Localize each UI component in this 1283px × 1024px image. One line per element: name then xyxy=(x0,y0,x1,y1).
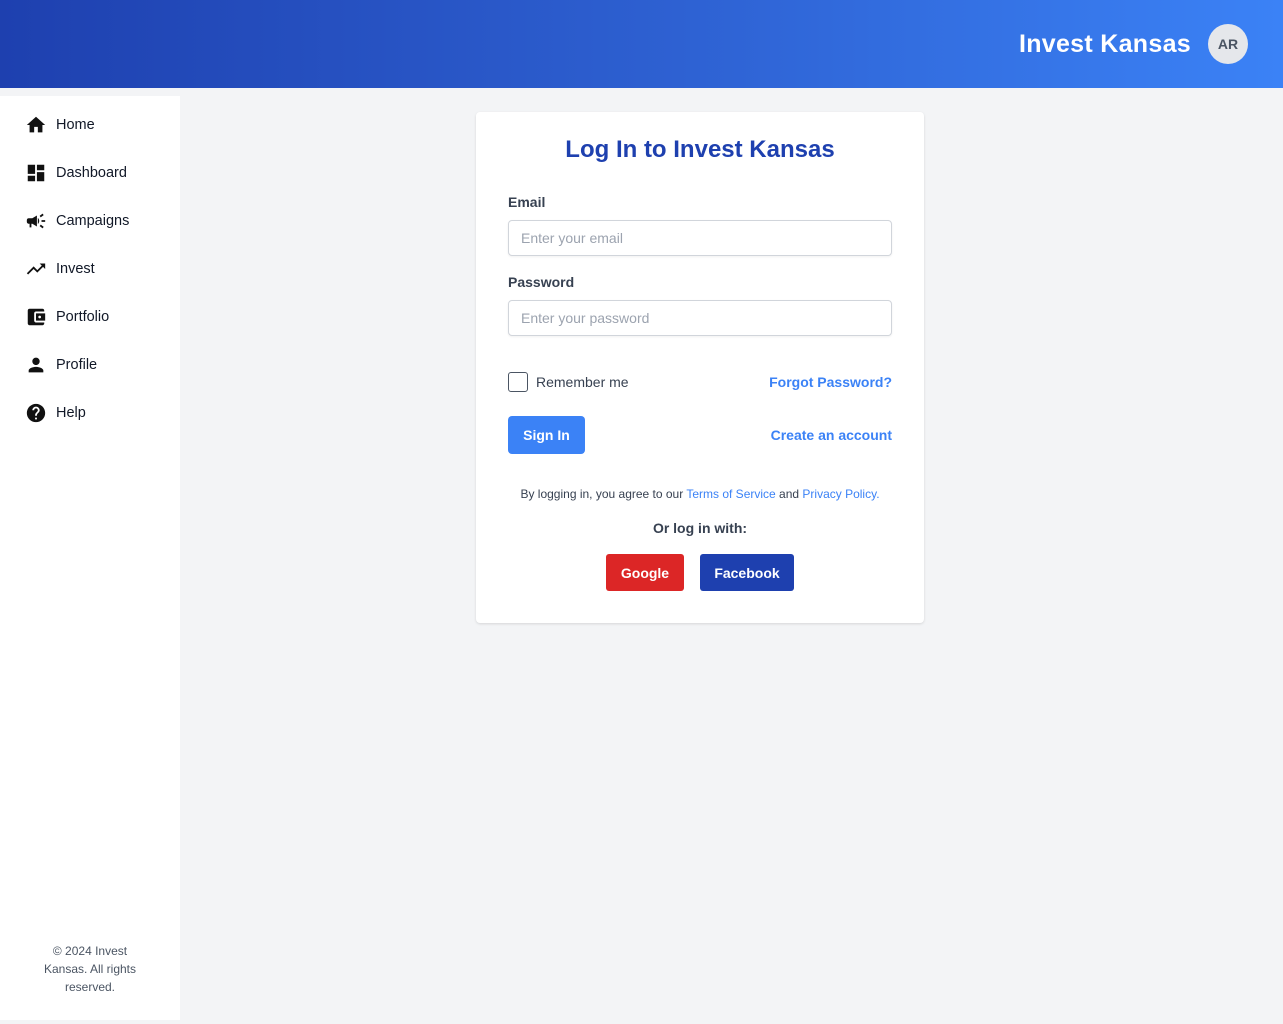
brand-title: Invest Kansas xyxy=(1018,29,1191,58)
sidebar-item-help[interactable]: Help xyxy=(0,393,180,433)
wallet-icon xyxy=(25,306,47,328)
sidebar-item-label: Profile xyxy=(56,357,98,373)
password-input[interactable] xyxy=(508,300,892,336)
sidebar-item-home[interactable]: Home xyxy=(0,105,180,145)
dashboard-icon xyxy=(25,162,47,184)
sidebar-item-invest[interactable]: Invest xyxy=(0,249,180,289)
sidebar-item-label: Portfolio xyxy=(56,309,110,325)
sidebar-item-campaigns[interactable]: Campaigns xyxy=(0,201,180,241)
sign-in-button[interactable]: Sign In xyxy=(508,416,585,454)
terms-notice: By logging in, you agree to our Terms of… xyxy=(476,487,924,501)
forgot-password-link[interactable]: Forgot Password? xyxy=(769,374,892,390)
privacy-policy-link[interactable]: Privacy Policy xyxy=(802,487,876,501)
help-icon xyxy=(25,402,47,424)
sidebar: Home Dashboard Campaigns Invest Portfoli… xyxy=(0,96,180,1020)
sidebar-item-label: Dashboard xyxy=(56,165,127,181)
social-login-heading: Or log in with: xyxy=(652,520,748,536)
google-login-button[interactable]: Google xyxy=(606,554,684,591)
sidebar-item-portfolio[interactable]: Portfolio xyxy=(0,297,180,337)
user-avatar[interactable]: AR xyxy=(1208,24,1248,64)
email-input[interactable] xyxy=(508,220,892,256)
sidebar-footer-copyright: © 2024 Invest Kansas. All rights reserve… xyxy=(43,944,137,994)
create-account-link[interactable]: Create an account xyxy=(771,427,892,443)
home-icon xyxy=(25,114,47,136)
sidebar-item-label: Invest xyxy=(56,261,95,277)
email-label: Email xyxy=(508,194,546,210)
remember-me-checkbox[interactable] xyxy=(508,372,528,392)
app-header: Invest Kansas AR xyxy=(0,0,1283,88)
login-title: Log In to Invest Kansas xyxy=(565,136,835,163)
terms-and: and xyxy=(775,487,803,501)
password-label: Password xyxy=(508,274,575,290)
campaign-icon xyxy=(25,210,47,232)
remember-me-label: Remember me xyxy=(536,374,629,390)
login-card: Log In to Invest Kansas Email Password R… xyxy=(476,112,924,623)
terms-of-service-link[interactable]: Terms of Service xyxy=(686,487,775,501)
facebook-login-button[interactable]: Facebook xyxy=(700,554,794,591)
trending-up-icon xyxy=(25,258,47,280)
sidebar-item-dashboard[interactable]: Dashboard xyxy=(0,153,180,193)
sidebar-item-label: Home xyxy=(56,117,95,133)
sidebar-item-label: Help xyxy=(56,405,86,421)
person-icon xyxy=(25,354,47,376)
sidebar-item-label: Campaigns xyxy=(56,213,130,229)
terms-prefix: By logging in, you agree to our xyxy=(520,487,687,501)
sidebar-item-profile[interactable]: Profile xyxy=(0,345,180,385)
terms-suffix: . xyxy=(876,487,880,501)
